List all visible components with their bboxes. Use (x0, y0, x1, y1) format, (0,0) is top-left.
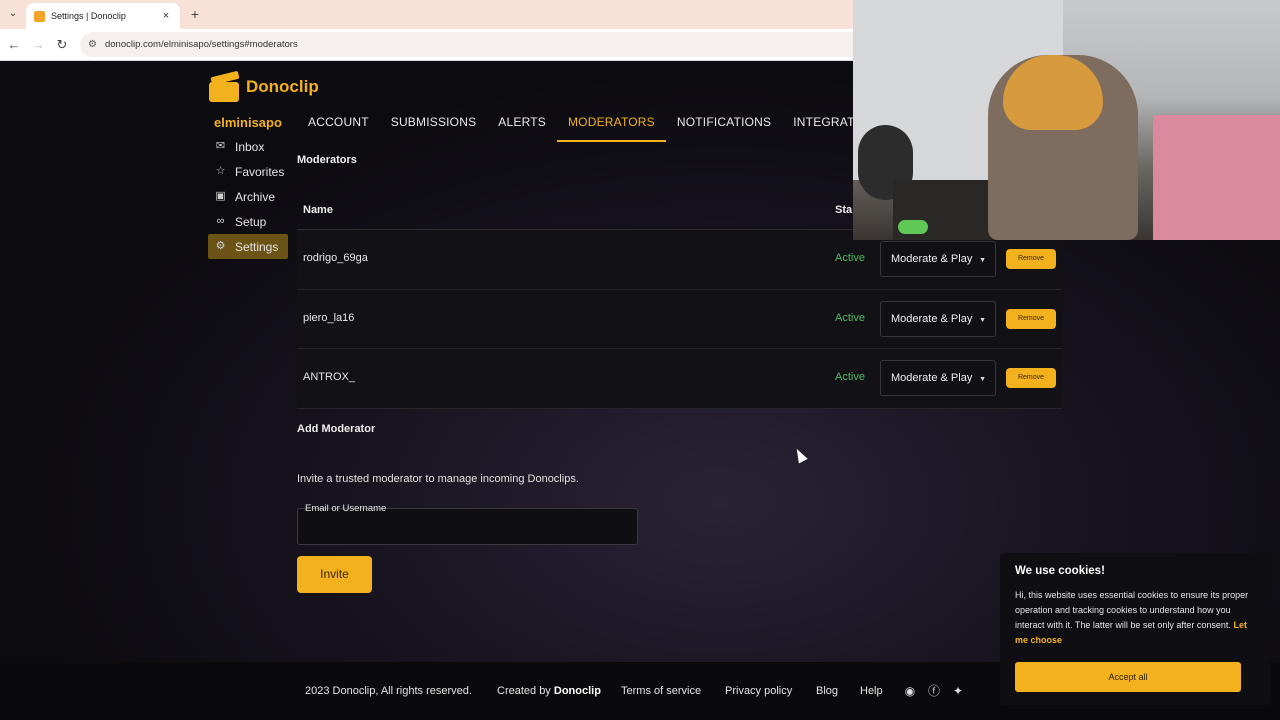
tab-moderators[interactable]: MODERATORS (556, 102, 666, 142)
gear-icon: ⚙ (215, 240, 226, 252)
inbox-icon: ✉ (215, 140, 226, 152)
column-header-name: Name (303, 204, 333, 216)
remove-button[interactable]: Remove (1006, 368, 1056, 388)
sidebar: ✉ Inbox ☆ Favorites ▣ Archive ∞ Setup ⚙ … (208, 134, 288, 259)
archive-icon: ▣ (215, 190, 226, 202)
role-select-value: Moderate & Play (891, 253, 973, 265)
role-select-value: Moderate & Play (891, 372, 973, 384)
sidebar-item-label: Archive (235, 189, 276, 204)
moderator-name: ANTROX_ (303, 371, 355, 383)
created-by-name: Donoclip (553, 685, 601, 697)
url-text: donoclip.com/elminisapo/settings#moderat… (104, 39, 298, 50)
sidebar-item-archive[interactable]: ▣ Archive (208, 184, 288, 209)
clapperboard-icon (209, 70, 241, 102)
privacy-link[interactable]: Privacy policy (725, 685, 792, 697)
email-username-label: Email or Username (305, 503, 387, 514)
new-tab-icon[interactable]: + (188, 6, 202, 22)
favicon-icon (34, 10, 45, 22)
star-icon: ☆ (215, 165, 226, 177)
sidebar-item-settings[interactable]: ⚙ Settings (208, 234, 288, 259)
tab-submissions[interactable]: SUBMISSIONS (380, 102, 488, 142)
sidebar-item-label: Settings (235, 239, 279, 254)
invite-description: Invite a trusted moderator to manage inc… (297, 473, 579, 485)
role-select-value: Moderate & Play (891, 312, 973, 325)
tab-notifications[interactable]: NOTIFICATIONS (666, 102, 782, 142)
moderator-name: rodrigo_69ga (303, 252, 368, 264)
sidebar-item-inbox[interactable]: ✉ Inbox (208, 134, 288, 159)
reload-icon[interactable]: ↻ (54, 37, 70, 53)
link-icon: ∞ (216, 215, 225, 227)
help-link[interactable]: Help (860, 685, 883, 697)
cookie-text: Hi, this website uses essential cookies … (1015, 588, 1255, 648)
forward-icon[interactable]: → (30, 37, 46, 53)
terms-link[interactable]: Terms of service (621, 685, 701, 697)
table-row: ANTROX_ Active Moderate & Play ▼ Remove (297, 349, 1062, 409)
chevron-down-icon: ▼ (979, 376, 986, 383)
browser-tab[interactable]: Settings | Donoclip × (26, 3, 180, 29)
tab-alerts[interactable]: ALERTS (487, 102, 557, 142)
status-badge: Active (835, 252, 865, 264)
moderator-name: piero_la16 (303, 311, 355, 324)
role-select[interactable]: Moderate & Play ▼ (880, 300, 996, 337)
email-username-input[interactable] (298, 509, 637, 544)
webcam-overlay (853, 0, 1280, 240)
remove-button[interactable]: Remove (1006, 249, 1056, 269)
blog-link[interactable]: Blog (816, 685, 838, 697)
tab-search-icon[interactable]: ⌄ (6, 7, 20, 21)
created-by-prefix: Created by (497, 685, 551, 697)
brand-name: Donoclip (246, 77, 319, 96)
table-row: piero_la16 Active Moderate & Play ▼ Remo… (297, 289, 1062, 349)
role-select[interactable]: Moderate & Play ▼ (880, 241, 996, 277)
facebook-icon[interactable]: ⓕ (927, 684, 941, 698)
sidebar-item-label: Favorites (235, 164, 285, 179)
column-header-status: Sta (835, 204, 853, 216)
sidebar-item-label: Setup (235, 214, 267, 229)
brand-logo[interactable]: Donoclip (209, 70, 319, 102)
created-by[interactable]: Created by Donoclip (497, 685, 601, 697)
settings-tabs: ACCOUNT SUBMISSIONS ALERTS MODERATORS NO… (297, 102, 896, 142)
add-moderator-title: Add Moderator (297, 423, 376, 435)
moderators-title: Moderators (297, 154, 357, 166)
sidebar-item-favorites[interactable]: ☆ Favorites (208, 159, 288, 184)
invite-button[interactable]: Invite (297, 556, 372, 593)
chevron-down-icon: ▼ (979, 257, 986, 264)
copyright-text: 2023 Donoclip, All rights reserved. (305, 685, 472, 697)
tab-title: Settings | Donoclip (51, 11, 126, 21)
username: elminisapo (214, 115, 282, 130)
twitter-icon[interactable]: ✦ (951, 684, 965, 698)
sidebar-item-setup[interactable]: ∞ Setup (208, 209, 288, 234)
back-icon[interactable]: ← (6, 37, 22, 53)
tab-account[interactable]: ACCOUNT (297, 102, 380, 142)
sidebar-item-label: Inbox (235, 139, 265, 154)
cookie-body: Hi, this website uses essential cookies … (1015, 590, 1249, 630)
status-badge: Active (835, 311, 865, 324)
remove-button[interactable]: Remove (1006, 308, 1056, 329)
cookie-banner: We use cookies! Hi, this website uses es… (1000, 553, 1270, 705)
chevron-down-icon: ▼ (979, 316, 986, 324)
discord-icon[interactable]: ◉ (903, 684, 917, 698)
status-badge: Active (835, 371, 865, 383)
close-tab-icon[interactable]: × (160, 10, 172, 22)
site-info-icon[interactable]: ⚙ (88, 39, 97, 50)
role-select[interactable]: Moderate & Play ▼ (880, 360, 996, 396)
accept-all-button[interactable]: Accept all (1015, 662, 1241, 692)
mouse-cursor (792, 446, 808, 464)
cookie-title: We use cookies! (1015, 565, 1105, 577)
